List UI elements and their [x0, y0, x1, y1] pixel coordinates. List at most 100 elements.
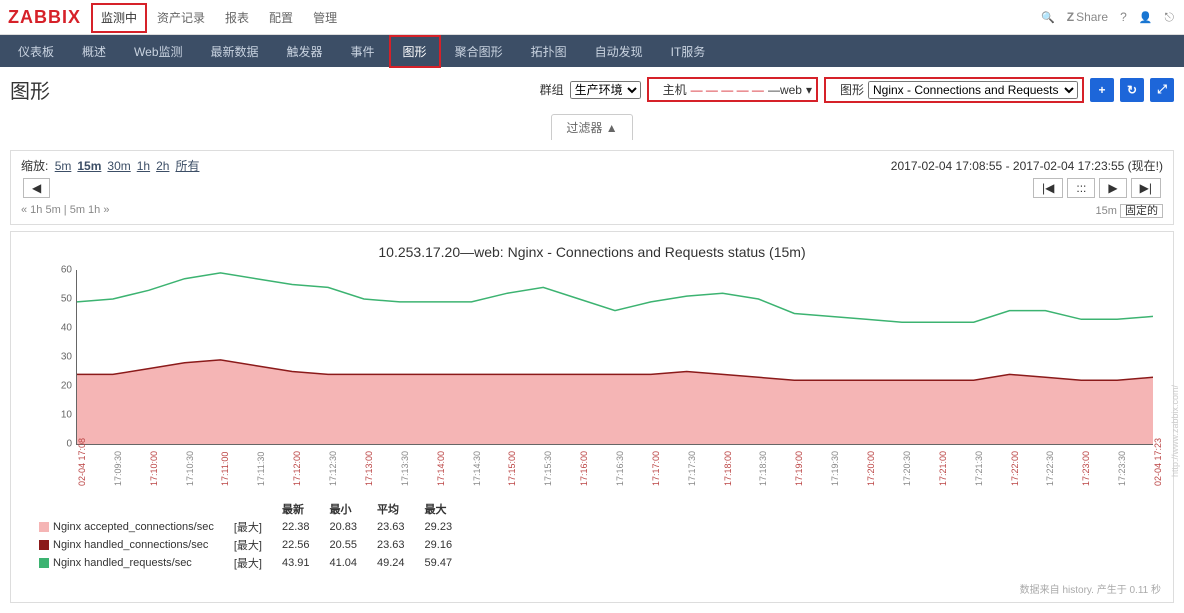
graph-label: 图形	[840, 81, 864, 98]
x-tick: 17:15:30	[543, 451, 553, 486]
subnav-item[interactable]: 概述	[68, 35, 120, 68]
legend-header: 最小	[319, 500, 367, 518]
share-link[interactable]: Share	[1067, 10, 1108, 24]
zoom-label: 缩放:	[21, 159, 48, 173]
subnav-item[interactable]: 仪表板	[4, 35, 68, 68]
x-tick: 02-04 17:23	[1153, 438, 1163, 486]
nav-first-button[interactable]: |◀	[1033, 178, 1063, 198]
graph-title: 10.253.17.20—web: Nginx - Connections an…	[21, 244, 1163, 260]
x-tick: 17:17:00	[651, 451, 661, 486]
y-tick: 30	[47, 352, 72, 363]
topnav-item[interactable]: 管理	[303, 3, 347, 33]
page-header: 图形 群组 生产环境 主机 — — — — — —web ▾ 图形 Nginx …	[0, 67, 1184, 112]
y-tick: 60	[47, 265, 72, 276]
x-tick: 17:12:30	[328, 451, 338, 486]
nav-dots-button[interactable]: :::	[1067, 178, 1095, 198]
topnav-item[interactable]: 报表	[215, 3, 259, 33]
zoom-option[interactable]: 30m	[107, 159, 130, 173]
y-tick: 10	[47, 410, 72, 421]
host-suffix: —web	[768, 83, 802, 97]
y-tick: 20	[47, 381, 72, 392]
subnav-item[interactable]: 事件	[337, 35, 389, 68]
x-tick: 17:14:30	[472, 451, 482, 486]
filter-bar: 过滤器 ▲	[0, 112, 1184, 150]
group-select[interactable]: 生产环境	[570, 81, 641, 99]
x-tick: 17:19:00	[794, 451, 804, 486]
subnav-item[interactable]: IT服务	[657, 35, 720, 68]
chart-plot: 010203040506002-04 17:0817:09:3017:10:00…	[76, 270, 1153, 445]
time-control: 缩放: 5m 15m 30m 1h 2h 所有 2017-02-04 17:08:55 -…	[10, 150, 1174, 225]
subnav-item[interactable]: 图形	[389, 35, 441, 68]
nav-prev-button[interactable]: ◀	[23, 178, 50, 198]
host-label: 主机	[663, 81, 687, 98]
y-tick: 50	[47, 294, 72, 305]
legend-swatch	[39, 558, 49, 568]
x-tick: 17:22:00	[1010, 451, 1020, 486]
x-tick: 17:20:00	[866, 451, 876, 486]
x-tick: 17:22:30	[1045, 451, 1055, 486]
user-icon[interactable]	[1139, 10, 1153, 24]
zoom-option[interactable]: 1h	[137, 159, 150, 173]
legend-header: 最大	[415, 500, 463, 518]
x-tick: 17:16:30	[615, 451, 625, 486]
sub-menu: 仪表板概述Web监测最新数据触发器事件图形聚合图形拓扑图自动发现IT服务	[0, 35, 1184, 67]
legend-swatch	[39, 540, 49, 550]
x-tick: 17:10:00	[149, 451, 159, 486]
x-tick: 17:21:00	[938, 451, 948, 486]
x-tick: 17:19:30	[830, 451, 840, 486]
x-tick: 17:13:00	[364, 451, 374, 486]
chevron-down-icon[interactable]: ▾	[806, 83, 812, 97]
zoom-option[interactable]: 5m	[55, 159, 72, 173]
legend-row: Nginx accepted_connections/sec [最大]22.38…	[29, 518, 462, 536]
y-tick: 40	[47, 323, 72, 334]
topnav-item[interactable]: 监测中	[91, 3, 147, 33]
x-tick: 17:17:30	[687, 451, 697, 486]
subnav-item[interactable]: 触发器	[273, 35, 337, 68]
top-menu: ZABBIX 监测中资产记录报表配置管理 Share	[0, 0, 1184, 35]
legend-header: 最新	[272, 500, 320, 518]
fullscreen-button[interactable]: ⤢	[1150, 78, 1174, 102]
x-tick: 17:09:30	[113, 451, 123, 486]
graph-select[interactable]: Nginx - Connections and Requests status	[868, 81, 1078, 99]
time-range: 2017-02-04 17:08:55 - 2017-02-04 17:23:5…	[891, 157, 1163, 174]
subnav-item[interactable]: 拓扑图	[517, 35, 581, 68]
top-right-tools: Share	[1041, 10, 1174, 25]
x-tick: 17:15:00	[507, 451, 517, 486]
zoom-option[interactable]: 所有	[175, 159, 199, 173]
nav-step-links[interactable]: « 1h 5m | 5m 1h »	[21, 204, 109, 216]
subnav-item[interactable]: Web监测	[120, 35, 196, 68]
footer-note: 数据来自 history. 产生于 0.11 秒	[1020, 581, 1161, 596]
refresh-button[interactable]: ↻	[1120, 78, 1144, 102]
x-tick: 17:12:00	[292, 451, 302, 486]
x-tick: 17:23:00	[1081, 451, 1091, 486]
subnav-item[interactable]: 最新数据	[197, 35, 273, 68]
logo: ZABBIX	[8, 7, 81, 28]
zoom-option[interactable]: 15m	[77, 159, 101, 173]
page-title: 图形	[10, 75, 50, 104]
subnav-item[interactable]: 聚合图形	[441, 35, 517, 68]
search-icon[interactable]	[1041, 10, 1055, 24]
x-tick: 17:13:30	[400, 451, 410, 486]
x-tick: 17:20:30	[902, 451, 912, 486]
help-icon[interactable]	[1120, 10, 1127, 24]
nav-play-button[interactable]: ▶	[1099, 178, 1126, 198]
legend-row: Nginx handled_connections/sec [最大]22.562…	[29, 536, 462, 554]
logout-icon[interactable]	[1165, 10, 1175, 25]
graph-panel: 10.253.17.20—web: Nginx - Connections an…	[10, 231, 1174, 603]
zoom-links: 缩放: 5m 15m 30m 1h 2h 所有	[21, 157, 202, 174]
add-button[interactable]: +	[1090, 78, 1114, 102]
group-label: 群组	[540, 81, 564, 98]
topnav-item[interactable]: 资产记录	[147, 3, 215, 33]
legend-header: 平均	[367, 500, 415, 518]
filter-toggle[interactable]: 过滤器 ▲	[551, 114, 632, 140]
nav-last-button[interactable]: ▶|	[1131, 178, 1161, 198]
x-tick: 17:10:30	[185, 451, 195, 486]
x-tick: 02-04 17:08	[77, 438, 87, 486]
fixed-pill[interactable]: 固定的	[1120, 204, 1163, 218]
x-tick: 17:21:30	[974, 451, 984, 486]
topnav-item[interactable]: 配置	[259, 3, 303, 33]
subnav-item[interactable]: 自动发现	[581, 35, 657, 68]
host-box: 主机 — — — — — —web ▾	[647, 77, 818, 102]
zoom-option[interactable]: 2h	[156, 159, 169, 173]
x-tick: 17:16:00	[579, 451, 589, 486]
